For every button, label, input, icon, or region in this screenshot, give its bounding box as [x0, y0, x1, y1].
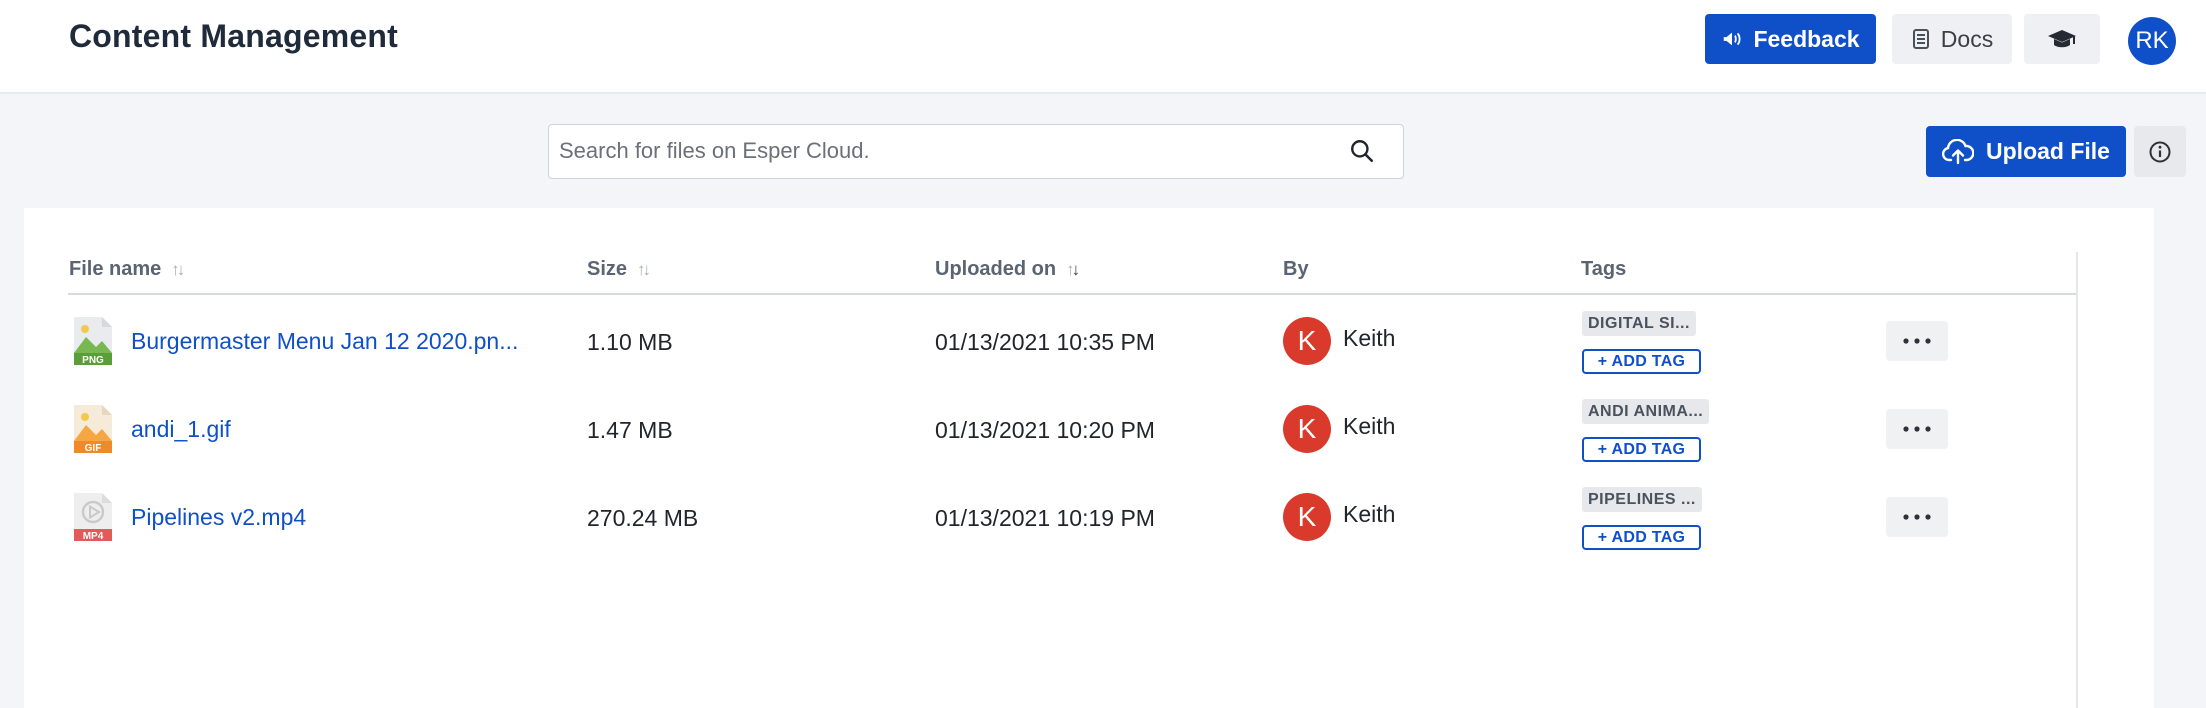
file-type-label: MP4 [83, 531, 104, 542]
file-name-link[interactable]: andi_1.gif [131, 416, 231, 443]
feedback-label: Feedback [1753, 25, 1860, 52]
docs-button[interactable]: Docs [1892, 14, 2012, 64]
column-label: Tags [1581, 258, 1627, 280]
tag-chip[interactable]: PIPELINES ... [1582, 487, 1702, 512]
mp4-file-icon: MP4 [74, 493, 112, 542]
uploader-avatar: K [1283, 405, 1331, 453]
search-field [548, 124, 1404, 179]
app-header: Content Management Feedback Docs RK [0, 0, 2206, 94]
row-more-button[interactable] [1886, 409, 1948, 449]
file-size: 1.10 MB [587, 329, 673, 355]
file-name-link[interactable]: Pipelines v2.mp4 [131, 504, 306, 531]
table-scrollbar[interactable] [2076, 252, 2106, 708]
uploaded-on: 01/13/2021 10:35 PM [935, 329, 1155, 355]
add-tag-button[interactable]: + ADD TAG [1582, 525, 1701, 550]
uploader-avatar: K [1283, 493, 1331, 541]
uploaded-on: 01/13/2021 10:19 PM [935, 505, 1155, 531]
uploader-avatar: K [1283, 317, 1331, 365]
column-label: Size [587, 258, 628, 280]
file-type-label: GIF [85, 443, 102, 454]
info-button[interactable] [2134, 126, 2186, 177]
column-label: By [1283, 258, 1309, 280]
file-size: 270.24 MB [587, 505, 699, 531]
row-more-button[interactable] [1886, 321, 1948, 361]
cloud-upload-icon [1942, 138, 1975, 164]
uploader-name: Keith [1343, 325, 1396, 351]
learn-button[interactable] [2024, 14, 2100, 64]
gif-file-icon: GIF [74, 405, 112, 454]
sort-arrows-icon[interactable]: ↑↓ [171, 260, 185, 280]
search-icon[interactable] [1349, 138, 1375, 164]
sort-arrows-icon[interactable]: ↑↓ [637, 260, 651, 280]
page-title: Content Management [69, 18, 398, 54]
add-tag-button[interactable]: + ADD TAG [1582, 437, 1701, 462]
uploader-name: Keith [1343, 501, 1396, 527]
add-tag-button[interactable]: + ADD TAG [1582, 349, 1701, 374]
column-label: File name [69, 258, 162, 280]
column-header-size[interactable]: Size ↑↓ [587, 258, 651, 281]
file-name-link[interactable]: Burgermaster Menu Jan 12 2020.pn... [131, 328, 518, 355]
info-icon [2149, 141, 2171, 162]
png-file-icon: PNG [74, 317, 112, 366]
column-label: Uploaded on [935, 258, 1057, 280]
document-stack-icon [1912, 29, 1929, 49]
graduation-cap-icon [2048, 30, 2076, 48]
row-more-button[interactable] [1886, 497, 1948, 537]
upload-file-button[interactable]: Upload File [1926, 126, 2126, 177]
tag-chip[interactable]: ANDI ANIMA... [1582, 399, 1710, 424]
uploaded-on: 01/13/2021 10:20 PM [935, 417, 1155, 443]
tag-chip[interactable]: DIGITAL SI... [1582, 311, 1696, 336]
column-header-tags: Tags [1581, 258, 1626, 281]
file-table-panel [24, 208, 2154, 708]
column-header-file-name[interactable]: File name ↑↓ [69, 258, 185, 281]
upload-file-label: Upload File [1986, 138, 2110, 164]
table-header-divider [68, 293, 2076, 295]
file-type-label: PNG [82, 355, 104, 366]
more-horizontal-icon [1903, 338, 1931, 344]
more-horizontal-icon [1903, 426, 1931, 432]
user-avatar[interactable]: RK [2128, 17, 2176, 65]
docs-label: Docs [1940, 25, 1994, 52]
uploader-name: Keith [1343, 413, 1396, 439]
search-input[interactable] [559, 125, 1319, 177]
sort-desc-icon[interactable]: ↑↓ [1066, 260, 1080, 280]
more-horizontal-icon [1903, 514, 1931, 520]
column-header-uploaded-on[interactable]: Uploaded on ↑↓ [935, 258, 1080, 281]
file-size: 1.47 MB [587, 417, 673, 443]
feedback-button[interactable]: Feedback [1705, 14, 1876, 64]
megaphone-icon [1724, 32, 1741, 46]
column-header-by: By [1283, 258, 1309, 281]
